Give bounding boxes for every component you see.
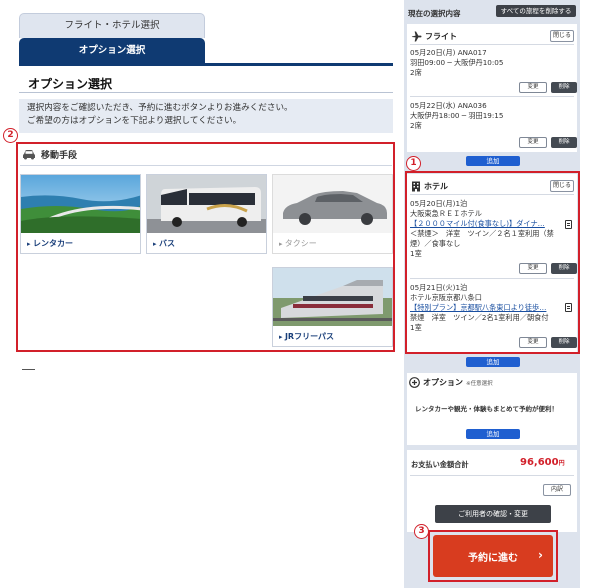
hotel-close-button[interactable]: 閉じる — [550, 180, 574, 192]
flight-1-change-button[interactable]: 変更 — [519, 82, 547, 93]
building-icon — [412, 181, 420, 192]
payment-divider — [410, 475, 574, 476]
chevron-right-icon: › — [538, 548, 543, 562]
hotel-2-document-icon[interactable] — [565, 303, 572, 312]
bus-photo — [147, 175, 266, 233]
transport-divider — [20, 165, 392, 166]
hotel-1-line5: 煙）／食事なし — [410, 239, 461, 248]
flight-2-change-button[interactable]: 変更 — [519, 137, 547, 148]
dash-mark — [22, 369, 35, 370]
jr-train-photo — [273, 268, 392, 326]
hotel-1-line4: ＜禁煙＞ 洋室 ツイン／２名１室利用（禁 — [410, 229, 554, 238]
payment-details-button[interactable]: 内訳 — [543, 484, 571, 496]
step-badge-3: 3 — [414, 524, 429, 539]
hotel-2-line5: 1室 — [410, 323, 422, 332]
hotel-1-plan-link[interactable]: 【２０００マイル付(食事なし)】ダイナ… — [410, 219, 558, 229]
flight-divider — [410, 44, 574, 45]
hotel-2-line1: 05月21日(火)1泊 — [410, 283, 468, 292]
payment-amount-value: 96,600 — [520, 457, 559, 468]
instructions-box: 選択内容をご確認いただき、予約に進むボタンよりお進みください。 ご希望の方はオプ… — [19, 99, 393, 133]
hotel-1-delete-button[interactable]: 削除 — [551, 263, 577, 274]
option-note: ※任意選択 — [466, 380, 493, 387]
hotel-1-line1: 05月20日(月)1泊 — [410, 199, 468, 208]
hotel-2-delete-button[interactable]: 削除 — [551, 337, 577, 348]
tab-flight-hotel[interactable]: フライト・ホテル選択 — [19, 13, 205, 38]
option-title-label: オプション — [423, 378, 463, 387]
reserve-button-label: 予約に進む — [468, 552, 518, 564]
instruction-line-2: ご希望の方はオプションを下記より選択してください。 — [27, 116, 242, 126]
step-badge-2: 2 — [3, 128, 18, 143]
jr-pass-card[interactable]: JRフリーパス — [272, 267, 393, 347]
hotel-1-change-button[interactable]: 変更 — [519, 263, 547, 274]
flight-seg-divider — [410, 96, 574, 97]
taxi-label[interactable]: タクシー — [279, 238, 317, 249]
taxi-card[interactable]: タクシー — [272, 174, 393, 254]
flight-1-actions: 変更 削除 — [519, 82, 577, 93]
flight-title: フライト — [411, 31, 457, 42]
hotel-2-line4: 禁煙 洋室 ツイン／2名1室利用／朝食付 — [410, 313, 549, 322]
flight-1-line3: 2席 — [410, 68, 422, 77]
option-add-button[interactable]: 追加 — [466, 429, 520, 439]
rental-car-photo — [21, 175, 140, 233]
hotel-1-line6: 1室 — [410, 249, 422, 258]
plus-circle-icon — [409, 377, 420, 388]
flight-2-line1: 05月22日(水) ANA036 — [410, 101, 487, 110]
flight-2-line3: 2席 — [410, 121, 422, 130]
reserve-button[interactable]: 予約に進む › — [433, 535, 553, 577]
flight-1-line2: 羽田09:00 ─ 大阪伊丹10:05 — [410, 58, 504, 67]
transport-heading: 移動手段 — [22, 148, 77, 161]
payment-amount: 96,600円 — [520, 458, 565, 469]
hotel-2-actions: 変更 削除 — [519, 337, 577, 348]
hotel-2-plan-link[interactable]: 【特別プラン】京都駅八条東口より徒歩… — [410, 303, 558, 313]
flight-2-delete-button[interactable]: 削除 — [551, 137, 577, 148]
clear-all-button[interactable]: すべての旅程を削除する — [496, 5, 576, 17]
airplane-icon — [411, 31, 422, 42]
tab-option[interactable]: オプション選択 — [19, 38, 205, 64]
car-icon — [23, 150, 35, 160]
flight-2-actions: 変更 削除 — [519, 137, 577, 148]
hotel-2-line2: ホテル京阪京都八条口 — [410, 293, 482, 302]
rental-car-card[interactable]: レンタカー — [20, 174, 141, 254]
tab-underline — [19, 63, 393, 66]
current-selection-label: 現在の選択内容 — [408, 9, 461, 18]
flight-2-line2: 大阪伊丹18:00 ─ 羽田19:15 — [410, 111, 504, 120]
option-title: オプション ※任意選択 — [409, 377, 493, 388]
flight-1-delete-button[interactable]: 削除 — [551, 82, 577, 93]
flight-title-label: フライト — [425, 32, 457, 41]
hotel-item-divider — [410, 278, 574, 279]
hotel-1-line2: 大阪東急ＲＥＩホテル — [410, 209, 482, 218]
bus-label[interactable]: バス — [153, 238, 175, 249]
payment-label: お支払い金額合計 — [411, 460, 469, 469]
flight-1-line1: 05月20日(月) ANA017 — [410, 48, 487, 57]
hotel-title: ホテル — [411, 181, 448, 192]
rental-car-label[interactable]: レンタカー — [27, 238, 73, 249]
flight-close-button[interactable]: 閉じる — [550, 30, 574, 42]
bus-card[interactable]: バス — [146, 174, 267, 254]
payment-amount-unit: 円 — [558, 460, 565, 467]
page-title: オプション選択 — [28, 77, 113, 91]
option-promo-text: レンタカーや観光・体験もまとめて予約が便利！ — [415, 405, 558, 413]
hotel-1-document-icon[interactable] — [565, 220, 572, 229]
hotel-1-actions: 変更 削除 — [519, 263, 577, 274]
transport-heading-label: 移動手段 — [41, 151, 78, 161]
taxi-photo — [273, 175, 392, 233]
hotel-add-button[interactable]: 追加 — [466, 357, 520, 367]
hotel-title-label: ホテル — [424, 182, 448, 191]
step-badge-1: 1 — [406, 156, 421, 171]
instruction-line-1: 選択内容をご確認いただき、予約に進むボタンよりお進みください。 — [27, 103, 293, 113]
hotel-divider — [410, 194, 574, 195]
flight-add-button[interactable]: 追加 — [466, 156, 520, 166]
hotel-2-change-button[interactable]: 変更 — [519, 337, 547, 348]
confirm-users-button[interactable]: ご利用者の確認・変更 — [435, 505, 551, 523]
title-divider — [19, 92, 393, 93]
jr-pass-label[interactable]: JRフリーパス — [279, 331, 334, 342]
